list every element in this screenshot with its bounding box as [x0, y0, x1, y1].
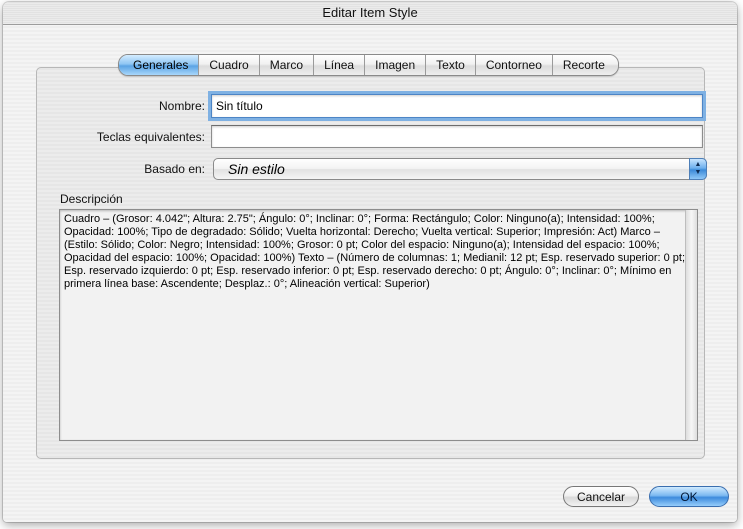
descripcion-scrollbar[interactable] [685, 210, 697, 440]
window-title: Editar Item Style [3, 2, 737, 25]
dialog-window: Editar Item Style Generales Cuadro Marco… [3, 2, 737, 522]
tab-generales[interactable]: Generales [119, 55, 199, 75]
tab-bar: Generales Cuadro Marco Línea Imagen Text… [118, 54, 619, 76]
tab-marco[interactable]: Marco [258, 55, 314, 75]
tab-recorte[interactable]: Recorte [551, 55, 618, 75]
teclas-input[interactable] [211, 125, 703, 148]
basado-select[interactable]: Sin estilo ▲ ▼ [213, 158, 707, 180]
up-down-arrows-icon: ▲ ▼ [689, 158, 707, 180]
basado-label: Basado en: [144, 162, 205, 176]
nombre-label: Nombre: [158, 99, 205, 113]
teclas-label: Teclas equivalentes: [96, 130, 205, 144]
tab-linea[interactable]: Línea [313, 55, 365, 75]
basado-value: Sin estilo [228, 161, 285, 177]
ok-button[interactable]: OK [649, 486, 729, 507]
descripcion-box: Cuadro – (Grosor: 4.042"; Altura: 2.75";… [59, 209, 698, 441]
tab-texto[interactable]: Texto [425, 55, 475, 75]
nombre-input[interactable]: Sin título [211, 94, 703, 118]
tab-cuadro[interactable]: Cuadro [198, 55, 259, 75]
tab-imagen[interactable]: Imagen [364, 55, 426, 75]
descripcion-text: Cuadro – (Grosor: 4.042"; Altura: 2.75";… [64, 213, 686, 290]
cancel-button[interactable]: Cancelar [563, 486, 639, 507]
descripcion-label: Descripción [60, 192, 123, 206]
tab-contorneo[interactable]: Contorneo [474, 55, 552, 75]
